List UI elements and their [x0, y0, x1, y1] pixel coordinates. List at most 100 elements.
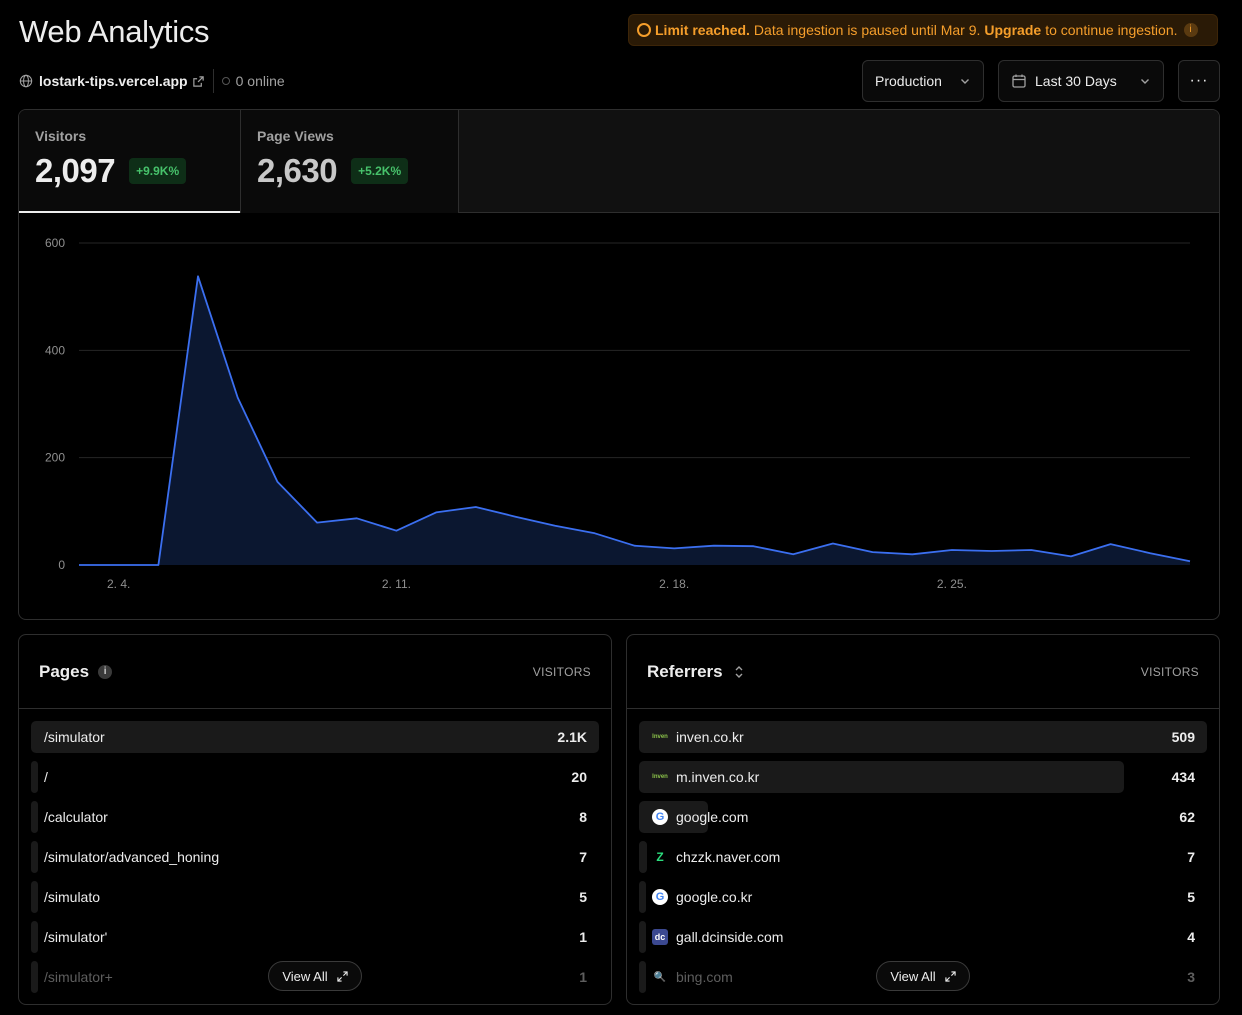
view-all-label: View All — [282, 968, 328, 984]
referrers-view-all-button[interactable]: View All — [876, 961, 970, 991]
list-item-text: /calculator — [44, 809, 108, 825]
expand-icon — [337, 970, 348, 982]
bing-icon: 🔍 — [653, 971, 667, 983]
list-item[interactable]: / 20 — [31, 761, 599, 793]
share-bar — [31, 721, 599, 753]
project-domain-link[interactable]: lostark-tips.vercel.app — [39, 73, 188, 89]
inven-icon: Inven — [652, 734, 668, 740]
expand-icon — [945, 970, 956, 982]
banner-suffix: to continue ingestion. — [1045, 22, 1178, 38]
metric-tabs: Visitors 2,097 +9.9K% Page Views 2,630 +… — [19, 110, 1219, 213]
list-item[interactable]: /simulator 2.1K — [31, 721, 599, 753]
chevron-down-icon — [1141, 79, 1149, 84]
list-item-count: 5 — [579, 889, 587, 905]
list-item-label: Inven inven.co.kr — [639, 729, 744, 745]
list-item-text: /simulato — [44, 889, 101, 905]
sort-icon[interactable] — [733, 664, 745, 680]
list-item-label: /simulator — [31, 729, 105, 745]
list-item-count: 434 — [1171, 769, 1195, 785]
list-item-text: m.inven.co.kr — [676, 769, 760, 785]
list-item-label: Ggoogle.com — [639, 809, 748, 825]
date-range-value: Last 30 Days — [1035, 73, 1117, 89]
column-header: VISITORS — [532, 664, 591, 679]
list-item-count: 509 — [1171, 729, 1195, 745]
page-views-value: 2,630 — [257, 152, 338, 189]
list-item-label: /simulato — [31, 889, 100, 905]
list-item-label: /calculator — [31, 809, 108, 825]
list-item[interactable]: /calculator 8 — [31, 801, 599, 833]
external-link-icon[interactable] — [192, 75, 205, 88]
info-icon[interactable]: i — [98, 664, 113, 679]
visitors-area-fill — [79, 276, 1190, 565]
x-tick-label: 2. 4. — [107, 577, 130, 591]
list-item-count: 20 — [571, 769, 587, 785]
list-item-text: /simulator+ — [44, 969, 113, 985]
google-icon: G — [652, 889, 668, 905]
online-status-dot-icon — [221, 77, 230, 85]
list-item-count: 4 — [1187, 929, 1195, 945]
list-item-text: / — [44, 769, 48, 785]
list-item-label: / — [31, 769, 48, 785]
list-item-label: dc gall.dcinside.com — [639, 929, 783, 945]
banner-strong: Limit reached. — [655, 22, 750, 38]
online-count: 0 online — [235, 73, 285, 89]
list-item-count: 7 — [1187, 849, 1195, 865]
banner-text: Data ingestion is paused until Mar 9. — [753, 22, 981, 38]
list-item-text: google.co.kr — [676, 889, 753, 905]
info-icon[interactable]: i — [1183, 23, 1198, 37]
list-item[interactable]: Ggoogle.co.kr 5 — [639, 881, 1207, 913]
list-item[interactable]: Inven inven.co.kr 509 — [639, 721, 1207, 753]
google-icon: G — [652, 809, 668, 825]
pages-view-all-button[interactable]: View All — [268, 961, 362, 991]
list-item[interactable]: /simulato 5 — [31, 881, 599, 913]
inven-icon: Inven — [652, 774, 668, 780]
referrers-panel: Referrers VISITORS Inven inven.co.kr 509 In… — [626, 634, 1220, 1005]
visitors-area-chart[interactable]: 600 400 200 0 2. 4. 2. 11. 2. 18. 2. 25. — [19, 213, 1219, 619]
list-item-count: 5 — [1187, 889, 1195, 905]
list-item[interactable]: /simulator/advanced_honing 7 — [31, 841, 599, 873]
list-item[interactable]: Zchzzk.naver.com 7 — [639, 841, 1207, 873]
y-tick-label: 0 — [58, 558, 65, 572]
referrers-list: Inven inven.co.kr 509 Inven m.inven.co.kr 434… — [639, 721, 1207, 1001]
list-item-count: 1 — [579, 969, 587, 985]
list-item-text: inven.co.kr — [676, 729, 744, 745]
tab-label: Visitors — [35, 128, 87, 144]
list-item-text: bing.com — [676, 969, 733, 985]
tab-page-views[interactable]: Page Views 2,630 +5.2K% — [240, 110, 459, 213]
tab-visitors[interactable]: Visitors 2,097 +9.9K% — [19, 110, 240, 213]
list-item-text: google.com — [676, 809, 749, 825]
upgrade-link[interactable]: Upgrade — [984, 22, 1041, 38]
list-item-count: 8 — [579, 809, 587, 825]
visitors-value: 2,097 — [35, 152, 116, 189]
change-badge: +9.9K% — [129, 158, 187, 184]
more-options-button[interactable]: ··· — [1178, 60, 1220, 102]
globe-icon — [19, 74, 33, 88]
list-item-label: 🔍 bing.com — [639, 969, 733, 985]
project-info: lostark-tips.vercel.app 0 online — [19, 69, 285, 93]
environment-select[interactable]: Production — [862, 60, 984, 102]
list-item-count: 3 — [1187, 969, 1195, 985]
limit-warning-icon — [637, 23, 651, 37]
view-all-label: View All — [890, 968, 936, 984]
y-tick-label: 400 — [45, 343, 65, 357]
x-tick-label: 2. 18. — [659, 577, 689, 591]
chzzk-icon: Z — [656, 850, 664, 864]
analytics-chart-card: Visitors 2,097 +9.9K% Page Views 2,630 +… — [18, 109, 1220, 620]
list-item-text: gall.dcinside.com — [676, 929, 784, 945]
panel-title: Referrers — [647, 661, 723, 681]
list-item-count: 62 — [1179, 809, 1195, 825]
limit-banner: Limit reached. Data ingestion is paused … — [628, 14, 1218, 46]
list-item-count: 2.1K — [557, 729, 587, 745]
list-item-label: Ggoogle.co.kr — [639, 889, 752, 905]
list-item-label: Zchzzk.naver.com — [639, 849, 780, 865]
list-item[interactable]: /simulator' 1 — [31, 921, 599, 953]
x-tick-label: 2. 25. — [937, 577, 967, 591]
date-range-select[interactable]: Last 30 Days — [998, 60, 1164, 102]
list-item-count: 7 — [579, 849, 587, 865]
pages-list: /simulator 2.1K / 20/calculator 8/simulator/… — [31, 721, 599, 1001]
change-badge: +5.2K% — [351, 158, 409, 184]
list-item[interactable]: Ggoogle.com 62 — [639, 801, 1207, 833]
list-item-label: Inven m.inven.co.kr — [639, 769, 759, 785]
list-item[interactable]: dc gall.dcinside.com 4 — [639, 921, 1207, 953]
list-item[interactable]: Inven m.inven.co.kr 434 — [639, 761, 1207, 793]
